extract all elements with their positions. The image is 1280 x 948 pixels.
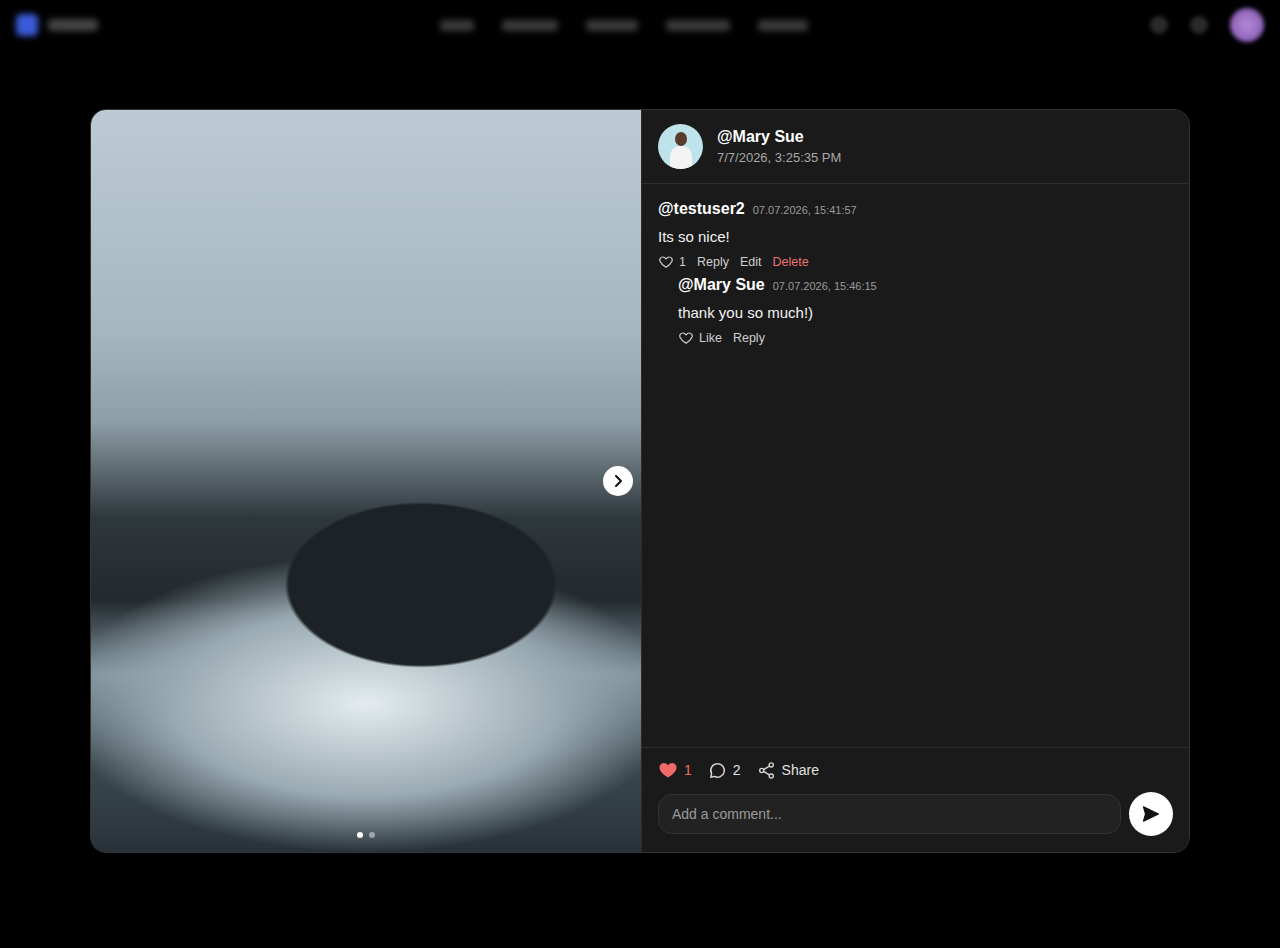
comment-text: Its so nice! (658, 228, 1173, 245)
author-name[interactable]: @Mary Sue (717, 128, 841, 146)
comment-list: @testuser2 07.07.2026, 15:41:57 Its so nic… (642, 184, 1189, 747)
next-button[interactable] (603, 466, 633, 496)
comment-bubble-icon (708, 761, 727, 780)
nav-link[interactable] (758, 20, 808, 31)
nav-link[interactable] (502, 20, 558, 31)
author-avatar-icon[interactable] (658, 124, 703, 169)
comment-time: 07.07.2026, 15:41:57 (753, 204, 857, 216)
send-icon (1141, 804, 1161, 824)
comment-action[interactable]: Reply (697, 255, 729, 269)
nav-link[interactable] (440, 20, 474, 31)
carousel-dot[interactable] (357, 832, 363, 838)
heart-icon (658, 254, 674, 270)
post-footer: 12 Share (642, 747, 1189, 852)
logo-icon[interactable] (16, 14, 98, 36)
top-actions (1150, 8, 1264, 42)
reply-author[interactable]: @Mary Sue (678, 276, 765, 294)
comment-like-button[interactable]: 1 (658, 254, 686, 270)
nav-link[interactable] (586, 20, 638, 31)
share-button[interactable]: Share (757, 761, 819, 780)
post-timestamp: 7/7/2026, 3:25:35 PM (717, 150, 841, 165)
comment-author[interactable]: @testuser2 (658, 200, 745, 218)
reply: @Mary Sue 07.07.2026, 15:46:15 thank you s… (658, 270, 1173, 346)
user-avatar-icon[interactable] (1230, 8, 1264, 42)
nav-links (440, 20, 808, 31)
bell-icon[interactable] (1190, 16, 1208, 34)
reply-action[interactable]: Reply (733, 331, 765, 345)
post-side-panel: @Mary Sue 7/7/2026, 3:25:35 PM @testuser2 0… (641, 110, 1189, 852)
post-like-button[interactable]: 1 (658, 760, 692, 780)
comment-input[interactable] (658, 794, 1121, 834)
send-button[interactable] (1129, 792, 1173, 836)
reply-time: 07.07.2026, 15:46:15 (773, 280, 877, 292)
reply-actions: Like Reply (678, 330, 1173, 346)
comment-action[interactable]: Delete (772, 255, 808, 269)
top-nav (0, 0, 1280, 50)
share-icon (757, 761, 776, 780)
search-icon[interactable] (1150, 16, 1168, 34)
heart-icon (678, 330, 694, 346)
page: @Mary Sue 7/7/2026, 3:25:35 PM @testuser2 0… (0, 0, 1280, 948)
nav-link[interactable] (666, 20, 730, 31)
comment-action[interactable]: Edit (740, 255, 762, 269)
heart-icon (658, 760, 678, 780)
chevron-right-icon (610, 473, 626, 489)
comment: @testuser2 07.07.2026, 15:41:57 Its so nic… (658, 200, 1173, 346)
carousel-dots (91, 832, 641, 838)
comment-composer (658, 792, 1173, 836)
reply-text: thank you so much!) (678, 304, 1173, 321)
post-comments-button[interactable]: 2 (708, 761, 741, 780)
post-header: @Mary Sue 7/7/2026, 3:25:35 PM (642, 110, 1189, 184)
reply-like-button[interactable]: Like (678, 330, 722, 346)
carousel-dot[interactable] (369, 832, 375, 838)
comment-actions: 1 Reply Edit Delete (658, 254, 1173, 270)
post-stats: 12 Share (658, 760, 1173, 780)
post-card: @Mary Sue 7/7/2026, 3:25:35 PM @testuser2 0… (90, 109, 1190, 853)
post-photo (91, 110, 641, 852)
